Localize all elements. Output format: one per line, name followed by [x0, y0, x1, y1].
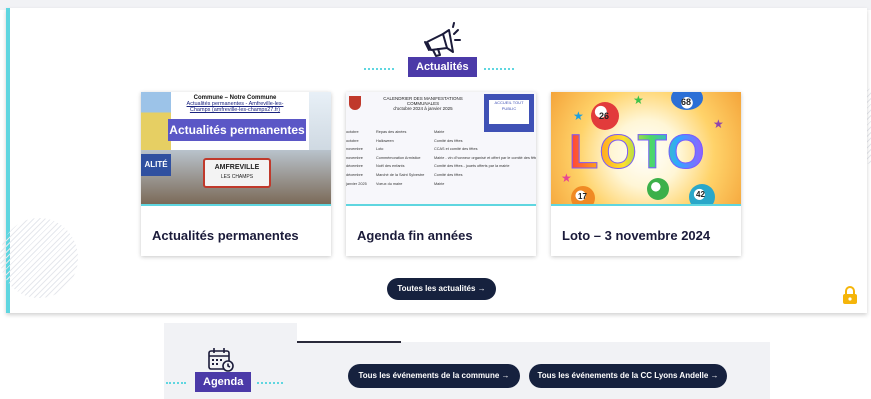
row-event: Commémoration Armistice [376, 155, 421, 160]
row-org: Mairie [434, 181, 445, 186]
table-row: octobre Repas des ainées Mairie [346, 128, 536, 137]
calendar-rows: octobre Repas des ainées Mairie octobre Hal… [346, 128, 536, 188]
row-date: octobre [346, 130, 359, 134]
row-event: Marché de la Saint Sylvestre [376, 172, 425, 177]
agenda-dots-left [166, 382, 186, 386]
thumb-band: Actualités permanentes [168, 119, 306, 141]
row-org: CCAS et comité des fêtes [434, 147, 478, 152]
news-card-loto[interactable]: 26 68 42 17 ★ ★ ★ ★ LOTO Loto – 3 novemb… [551, 92, 741, 256]
ball-number: 26 [599, 111, 610, 121]
row-org: Mairie - vin d'honneur organisé et offer… [434, 155, 536, 160]
ball-number: 68 [681, 97, 692, 107]
agenda-dots-right [257, 382, 283, 386]
table-row: décembre Marché de la Saint Sylvestre Comi… [346, 171, 536, 180]
card-image-agenda: CALENDRIER DES MANIFESTATIONS COMMUNALES… [346, 92, 536, 206]
agenda-tab-notch [164, 323, 297, 342]
calendar-image-label: ACCUEIL TOUT PUBLIC [489, 100, 529, 124]
all-news-button[interactable]: Toutes les actualités → [387, 278, 496, 300]
row-event: Loto [376, 147, 384, 152]
sign-line-2: LES CHAMPS [220, 174, 254, 180]
row-date: novembre [346, 147, 363, 152]
village-sign: AMFREVILLE LES CHAMPS [203, 158, 271, 188]
row-event: Noël des enfants [376, 164, 405, 169]
ball-number: 42 [696, 190, 705, 199]
thumb-header: Commune – Notre Commune Actualités perma… [171, 94, 299, 118]
row-event: Voeux du maire [376, 181, 403, 186]
thumb-side-panel [309, 92, 331, 150]
megaphone-icon [424, 22, 461, 57]
table-row: novembre Loto CCAS et comité des fêtes [346, 145, 536, 154]
dots-right [484, 68, 514, 72]
thumb-alite: ALITÉ [141, 154, 171, 176]
row-org: Comité des fêtes - jouets offerts par la… [434, 164, 510, 169]
lottery-ball [647, 178, 669, 200]
star-icon: ★ [713, 117, 724, 131]
row-date: décembre [346, 164, 363, 169]
card-image-permanentes: Commune – Notre Commune Actualités perma… [141, 92, 331, 206]
ball-number: 17 [578, 192, 587, 201]
calendar-header: CALENDRIER DES MANIFESTATIONS COMMUNALES… [368, 96, 478, 111]
row-org: Comité des fêtes [434, 138, 463, 143]
field-image [141, 92, 171, 150]
news-card-permanentes[interactable]: Commune – Notre Commune Actualités perma… [141, 92, 331, 256]
news-card-agenda[interactable]: CALENDRIER DES MANIFESTATIONS COMMUNALES… [346, 92, 536, 256]
crest-icon [349, 96, 361, 110]
sign-line-1: AMFREVILLE [214, 164, 260, 171]
row-date: décembre [346, 172, 363, 177]
card-title[interactable]: Agenda fin années [357, 228, 473, 243]
commune-events-button[interactable]: Tous les événements de la commune → [348, 364, 520, 388]
decorative-circle-left [0, 218, 78, 298]
agenda-section-label: Agenda [195, 372, 252, 392]
card-title[interactable]: Actualités permanentes [152, 228, 299, 243]
calendar-icon [208, 348, 234, 372]
star-icon: ★ [633, 93, 644, 107]
loto-word: LOTO [568, 126, 706, 179]
star-icon: ★ [573, 109, 584, 123]
agenda-divider [297, 341, 401, 343]
row-org: Mairie [434, 130, 445, 134]
row-date: janvier 2025 [346, 181, 367, 186]
row-event: Halloween [376, 138, 394, 143]
table-row: novembre Commémoration Armistice Mairie - … [346, 154, 536, 163]
table-row: octobre Halloween Comité des fêtes [346, 137, 536, 146]
table-row: décembre Noël des enfants Comité des fêtes… [346, 162, 536, 171]
cc-events-button[interactable]: Tous les événements de la CC Lyons Andel… [529, 364, 727, 388]
calendar-head-2: d'octobre 2024 à janvier 2025 [393, 106, 453, 111]
calendar-head-1: CALENDRIER DES MANIFESTATIONS COMMUNALES [383, 96, 463, 106]
row-org: Comité des fêtes [434, 172, 463, 177]
table-row: janvier 2025 Voeux du maire Mairie [346, 180, 536, 189]
thumb-line-3: Champs (amfreville-les-champs27.fr) [189, 107, 281, 113]
news-section-label: Actualités [408, 57, 477, 77]
row-date: novembre [346, 155, 363, 160]
lock-icon[interactable] [842, 285, 858, 305]
card-image-loto: 26 68 42 17 ★ ★ ★ ★ LOTO [551, 92, 741, 206]
dots-left [364, 68, 394, 72]
row-event: Repas des ainées [376, 130, 407, 134]
card-title[interactable]: Loto – 3 novembre 2024 [562, 228, 710, 243]
row-date: octobre [346, 138, 359, 143]
